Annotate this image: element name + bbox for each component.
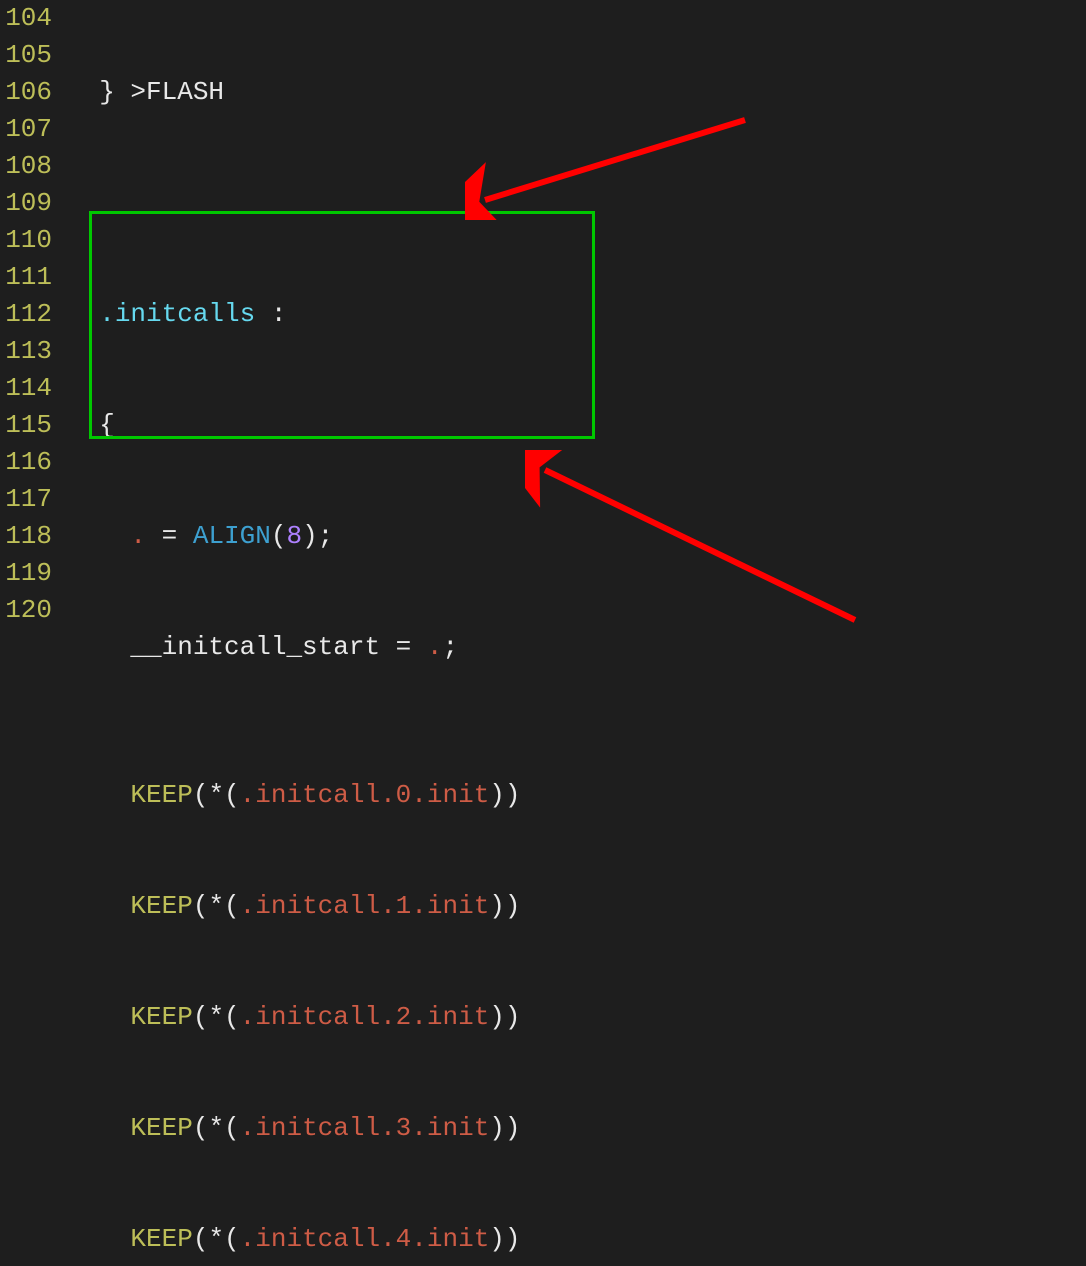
line-number: 119 [0, 555, 52, 592]
line-number: 111 [0, 259, 52, 296]
code-line[interactable]: KEEP(*(.initcall.3.init)) [68, 1110, 1086, 1147]
code-line[interactable]: KEEP(*(.initcall.4.init)) [68, 1221, 1086, 1258]
line-number: 115 [0, 407, 52, 444]
line-number: 107 [0, 111, 52, 148]
code-editor[interactable]: 104 105 106 107 108 109 110 111 112 113 … [0, 0, 1086, 1266]
code-line[interactable] [68, 185, 1086, 222]
line-number: 106 [0, 74, 52, 111]
code-line[interactable]: . = ALIGN(8); [68, 518, 1086, 555]
code-line[interactable]: KEEP(*(.initcall.2.init)) [68, 999, 1086, 1036]
line-number: 112 [0, 296, 52, 333]
line-number: 104 [0, 0, 52, 37]
line-number: 105 [0, 37, 52, 74]
code-line[interactable]: } >FLASH [68, 74, 1086, 111]
code-content[interactable]: } >FLASH .initcalls : { . = ALIGN(8); __… [68, 0, 1086, 1266]
line-number: 108 [0, 148, 52, 185]
line-number: 117 [0, 481, 52, 518]
line-number: 120 [0, 592, 52, 629]
code-line[interactable]: KEEP(*(.initcall.0.init)) [68, 777, 1086, 814]
code-line[interactable]: __initcall_start = .; [68, 629, 1086, 666]
line-number: 118 [0, 518, 52, 555]
line-number: 109 [0, 185, 52, 222]
code-line[interactable]: KEEP(*(.initcall.1.init)) [68, 888, 1086, 925]
line-number: 116 [0, 444, 52, 481]
line-number: 114 [0, 370, 52, 407]
code-line[interactable]: .initcalls : [68, 296, 1086, 333]
line-number: 113 [0, 333, 52, 370]
code-line[interactable]: { [68, 407, 1086, 444]
line-number: 110 [0, 222, 52, 259]
line-number-gutter: 104 105 106 107 108 109 110 111 112 113 … [0, 0, 58, 629]
